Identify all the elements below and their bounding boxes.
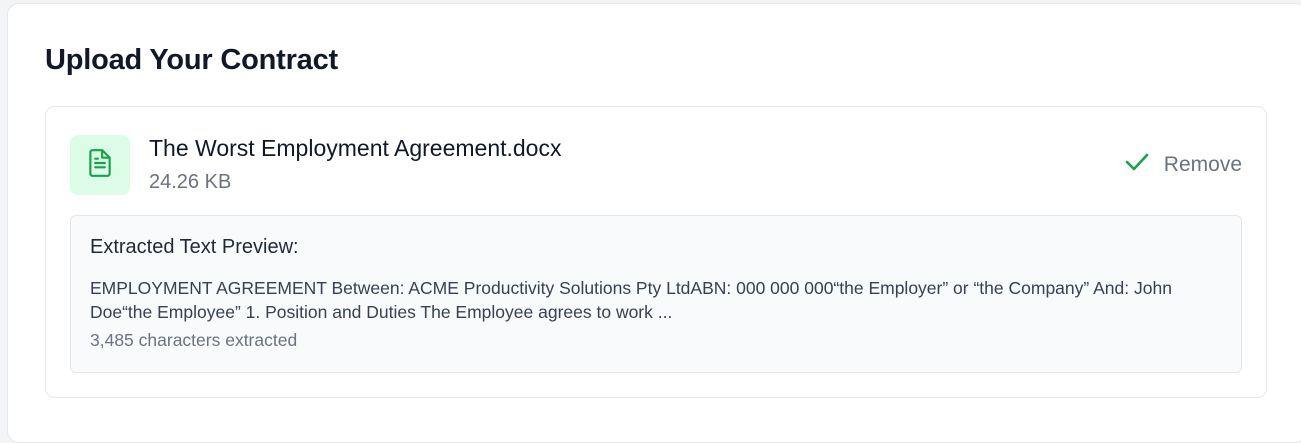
extracted-text-preview: Extracted Text Preview: EMPLOYMENT AGREE… xyxy=(70,215,1242,373)
file-size: 24.26 KB xyxy=(149,171,232,193)
file-actions: Remove xyxy=(1124,151,1242,178)
character-count: 3,485 characters extracted xyxy=(90,330,298,350)
uploaded-file-panel: The Worst Employment Agreement.docx 24.2… xyxy=(45,106,1267,398)
page-title: Upload Your Contract xyxy=(45,44,338,76)
preview-heading: Extracted Text Preview: xyxy=(90,236,299,258)
upload-card: Upload Your Contract The Worst Employmen… xyxy=(7,3,1301,443)
check-icon xyxy=(1124,151,1150,178)
document-icon xyxy=(87,148,113,183)
preview-text: EMPLOYMENT AGREEMENT Between: ACME Produ… xyxy=(90,278,1172,322)
file-icon-container xyxy=(70,135,130,195)
remove-button[interactable]: Remove xyxy=(1164,153,1242,177)
file-name: The Worst Employment Agreement.docx xyxy=(149,135,562,161)
